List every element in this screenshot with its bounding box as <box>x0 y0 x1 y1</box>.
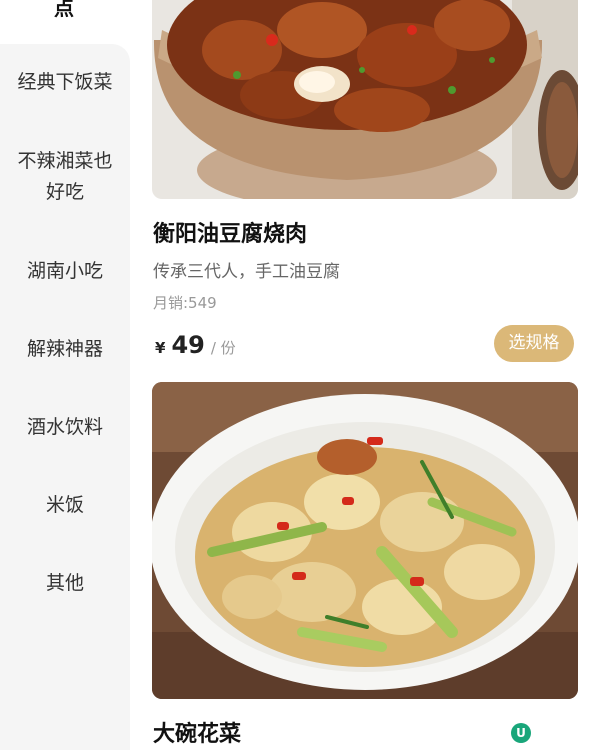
sidebar-item-non-spicy[interactable]: 不辣湘菜也好吃 <box>0 146 130 208</box>
dish-name[interactable]: 大碗花菜 <box>153 716 241 748</box>
dish-name[interactable]: 衡阳油豆腐烧肉 <box>153 216 307 248</box>
sidebar-item-drinks[interactable]: 酒水饮料 <box>0 412 130 443</box>
sidebar-item-classic-dishes[interactable]: 经典下饭菜 <box>0 67 130 98</box>
price-value: 49 <box>171 331 205 359</box>
sidebar-item-label: 酒水饮料 <box>26 416 103 438</box>
sidebar-top-label: 点 <box>54 0 74 20</box>
dish-description: 传承三代人，手工油豆腐 <box>153 262 340 282</box>
sidebar-item-hunan-snacks[interactable]: 湖南小吃 <box>0 256 130 287</box>
currency-symbol: ¥ <box>155 339 166 357</box>
dish-monthly-sales: 月销:549 <box>153 294 217 312</box>
dish-image-pork-tofu[interactable] <box>152 0 578 199</box>
sidebar-item-spice-relief[interactable]: 解辣神器 <box>0 334 130 365</box>
sidebar-item-label: 不辣湘菜也好吃 <box>17 150 113 203</box>
price-unit: / 份 <box>210 339 236 357</box>
sidebar-item-other[interactable]: 其他 <box>0 568 130 599</box>
sidebar-top-item[interactable]: 点 <box>0 0 130 44</box>
sidebar-item-label: 其他 <box>45 572 84 594</box>
u-badge-icon: U <box>511 723 531 743</box>
sidebar-item-label: 解辣神器 <box>26 338 103 360</box>
select-spec-button[interactable]: 选规格 <box>494 325 574 362</box>
sidebar-item-label: 经典下饭菜 <box>17 71 113 93</box>
sidebar-item-label: 米饭 <box>45 494 84 516</box>
sidebar-item-rice[interactable]: 米饭 <box>0 490 130 521</box>
dish-price: ¥49 / 份 <box>155 331 236 359</box>
sidebar-item-label: 湖南小吃 <box>26 260 103 282</box>
dish-image-cauliflower[interactable] <box>152 382 578 699</box>
category-sidebar: 点 经典下饭菜 不辣湘菜也好吃 湖南小吃 解辣神器 酒水饮料 米饭 其他 <box>0 0 130 750</box>
